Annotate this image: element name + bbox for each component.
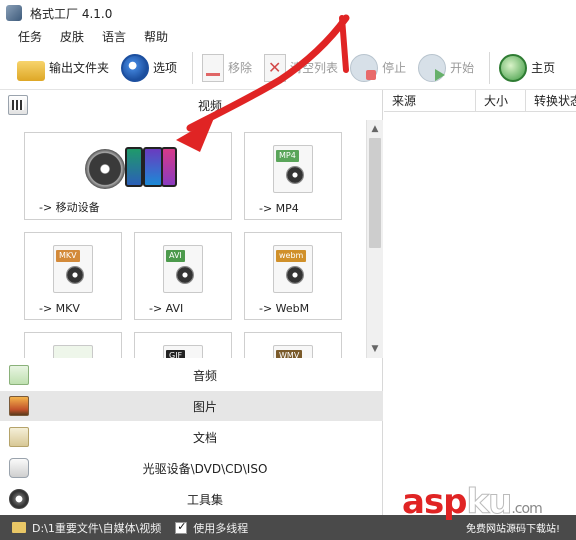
category-video[interactable]: 视频 bbox=[0, 90, 383, 120]
tile-partial-1[interactable] bbox=[24, 332, 122, 358]
category-panel: 视频 -> 移动设备 MP4 -> MP4 MKV -> MKV AVI -> … bbox=[0, 90, 383, 515]
gif-badge: GIF bbox=[166, 350, 186, 358]
menu-language[interactable]: 语言 bbox=[102, 28, 126, 45]
multithread-checkbox[interactable] bbox=[175, 520, 188, 534]
menu-task[interactable]: 任务 bbox=[18, 28, 42, 45]
tile-mobile-device[interactable]: -> 移动设备 bbox=[24, 132, 232, 220]
options-icon bbox=[121, 53, 150, 82]
home-button[interactable]: 主页 bbox=[496, 50, 558, 86]
toolbar: 输出文件夹 选项 移除 清空列表 停止 开始 主页 bbox=[0, 46, 576, 90]
task-table-header: 来源 大小 转换状态 bbox=[384, 90, 576, 112]
output-folder-label: 输出文件夹 bbox=[49, 61, 110, 75]
tile-mkv[interactable]: MKV -> MKV bbox=[24, 232, 122, 320]
tile-webm-label: -> WebM bbox=[259, 302, 310, 315]
start-button[interactable]: 开始 bbox=[415, 50, 477, 86]
column-status[interactable]: 转换状态 bbox=[526, 90, 576, 111]
title-bar: 格式工厂 4.1.0 bbox=[0, 0, 576, 26]
category-tools[interactable]: 工具集 bbox=[0, 484, 383, 514]
category-audio[interactable]: 音频 bbox=[0, 360, 383, 390]
stop-icon bbox=[350, 53, 379, 82]
category-image-label: 图片 bbox=[192, 399, 217, 414]
output-path[interactable]: D:\1重要文件\自媒体\视频 bbox=[32, 520, 161, 536]
column-source[interactable]: 来源 bbox=[384, 90, 476, 111]
wmv-badge: WMV bbox=[276, 350, 303, 358]
remove-button[interactable]: 移除 bbox=[199, 50, 255, 86]
stop-label: 停止 bbox=[382, 61, 407, 75]
start-label: 开始 bbox=[450, 61, 475, 75]
file-icon bbox=[53, 345, 93, 358]
options-button[interactable]: 选项 bbox=[118, 50, 180, 86]
menu-skin[interactable]: 皮肤 bbox=[60, 28, 84, 45]
mp4-file-icon: MP4 bbox=[273, 145, 313, 193]
watermark-com: .com bbox=[511, 501, 542, 517]
menu-help[interactable]: 帮助 bbox=[144, 28, 168, 45]
mp4-badge: MP4 bbox=[276, 150, 299, 162]
tile-avi[interactable]: AVI -> AVI bbox=[134, 232, 232, 320]
webm-file-icon: webm bbox=[273, 245, 313, 293]
webm-badge: webm bbox=[276, 250, 307, 262]
tile-mkv-label: -> MKV bbox=[39, 302, 80, 315]
home-icon bbox=[499, 53, 528, 82]
start-icon bbox=[418, 53, 447, 82]
window-title: 格式工厂 4.1.0 bbox=[30, 6, 113, 21]
tile-mp4-label: -> MP4 bbox=[259, 202, 299, 215]
multithread-label: 使用多线程 bbox=[193, 521, 249, 535]
grid-scrollbar[interactable]: ▲ ▼ bbox=[366, 120, 383, 358]
watermark-subtitle: 免费网站源码下载站! bbox=[466, 524, 561, 535]
watermark-logo: aspku.com 免费网站源码下载站! bbox=[402, 482, 572, 536]
tile-mp4[interactable]: MP4 -> MP4 bbox=[244, 132, 342, 220]
watermark-ku: ku bbox=[466, 482, 513, 523]
toolbar-separator bbox=[489, 51, 491, 84]
options-label: 选项 bbox=[153, 61, 178, 75]
wmv-file-icon: WMV bbox=[273, 345, 313, 358]
mkv-file-icon: MKV bbox=[53, 245, 93, 293]
tile-mobile-device-label: -> 移动设备 bbox=[39, 201, 100, 214]
category-document[interactable]: 文档 bbox=[0, 422, 383, 452]
tile-gif[interactable]: GIF bbox=[134, 332, 232, 358]
tile-wmv[interactable]: WMV bbox=[244, 332, 342, 358]
menu-bar: 任务 皮肤 语言 帮助 bbox=[0, 26, 576, 46]
scroll-up-arrow-icon[interactable]: ▲ bbox=[367, 121, 383, 137]
column-size[interactable]: 大小 bbox=[476, 90, 526, 111]
clear-list-icon bbox=[264, 53, 287, 82]
toolbar-separator bbox=[192, 51, 194, 84]
remove-label: 移除 bbox=[228, 61, 253, 75]
format-grid: -> 移动设备 MP4 -> MP4 MKV -> MKV AVI -> AVI bbox=[0, 120, 366, 358]
task-list-panel: 来源 大小 转换状态 bbox=[384, 90, 576, 515]
category-tools-label: 工具集 bbox=[186, 492, 223, 507]
category-video-label: 视频 bbox=[197, 98, 222, 113]
scroll-thumb[interactable] bbox=[369, 138, 381, 248]
scroll-down-arrow-icon[interactable]: ▼ bbox=[367, 341, 383, 357]
output-folder-button[interactable]: 输出文件夹 bbox=[14, 50, 112, 86]
app-icon bbox=[6, 5, 22, 21]
clear-list-label: 清空列表 bbox=[290, 61, 339, 75]
remove-icon bbox=[202, 53, 225, 82]
tile-avi-label: -> AVI bbox=[149, 302, 184, 315]
output-folder-icon[interactable] bbox=[12, 522, 26, 533]
stop-button[interactable]: 停止 bbox=[347, 50, 409, 86]
avi-file-icon: AVI bbox=[163, 245, 203, 293]
mkv-badge: MKV bbox=[56, 250, 80, 262]
clear-list-button[interactable]: 清空列表 bbox=[261, 50, 341, 86]
mobile-device-icon bbox=[85, 147, 179, 193]
watermark-asp: asp bbox=[402, 482, 468, 522]
category-disc[interactable]: 光驱设备\DVD\CD\ISO bbox=[0, 453, 383, 483]
avi-badge: AVI bbox=[166, 250, 185, 262]
folder-icon bbox=[17, 60, 45, 81]
tile-webm[interactable]: webm -> WebM bbox=[244, 232, 342, 320]
category-image[interactable]: 图片 bbox=[0, 391, 383, 421]
gif-file-icon: GIF bbox=[163, 345, 203, 358]
category-document-label: 文档 bbox=[192, 430, 217, 445]
home-label: 主页 bbox=[531, 61, 556, 75]
category-audio-label: 音频 bbox=[192, 368, 217, 383]
category-disc-label: 光驱设备\DVD\CD\ISO bbox=[142, 461, 268, 476]
